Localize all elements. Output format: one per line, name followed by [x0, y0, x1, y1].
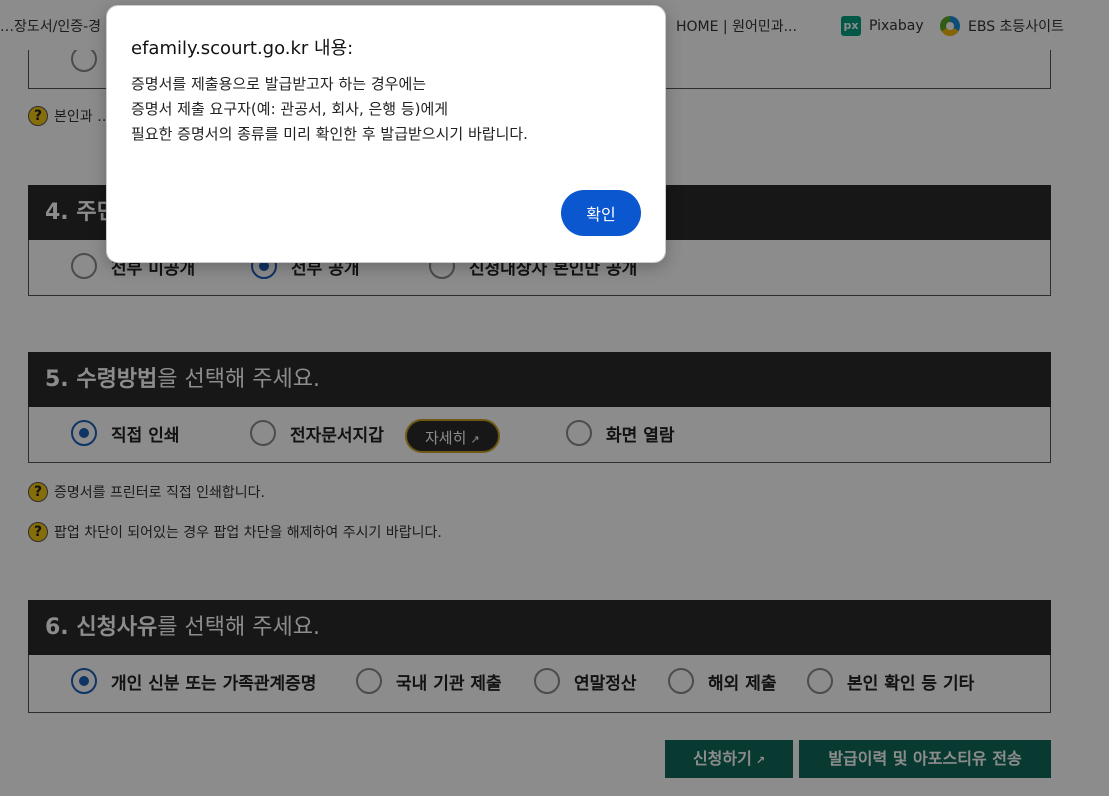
dialog-message: 증명서를 제출용으로 발급받고자 하는 경우에는 증명서 제출 요구자(예: 관…: [131, 75, 528, 143]
dialog-title: efamily.scourt.go.kr 내용:: [131, 38, 354, 59]
alert-dialog: efamily.scourt.go.kr 내용: 증명서를 제출용으로 발급받고…: [106, 5, 666, 263]
dialog-ok-button[interactable]: 확인: [561, 190, 641, 236]
